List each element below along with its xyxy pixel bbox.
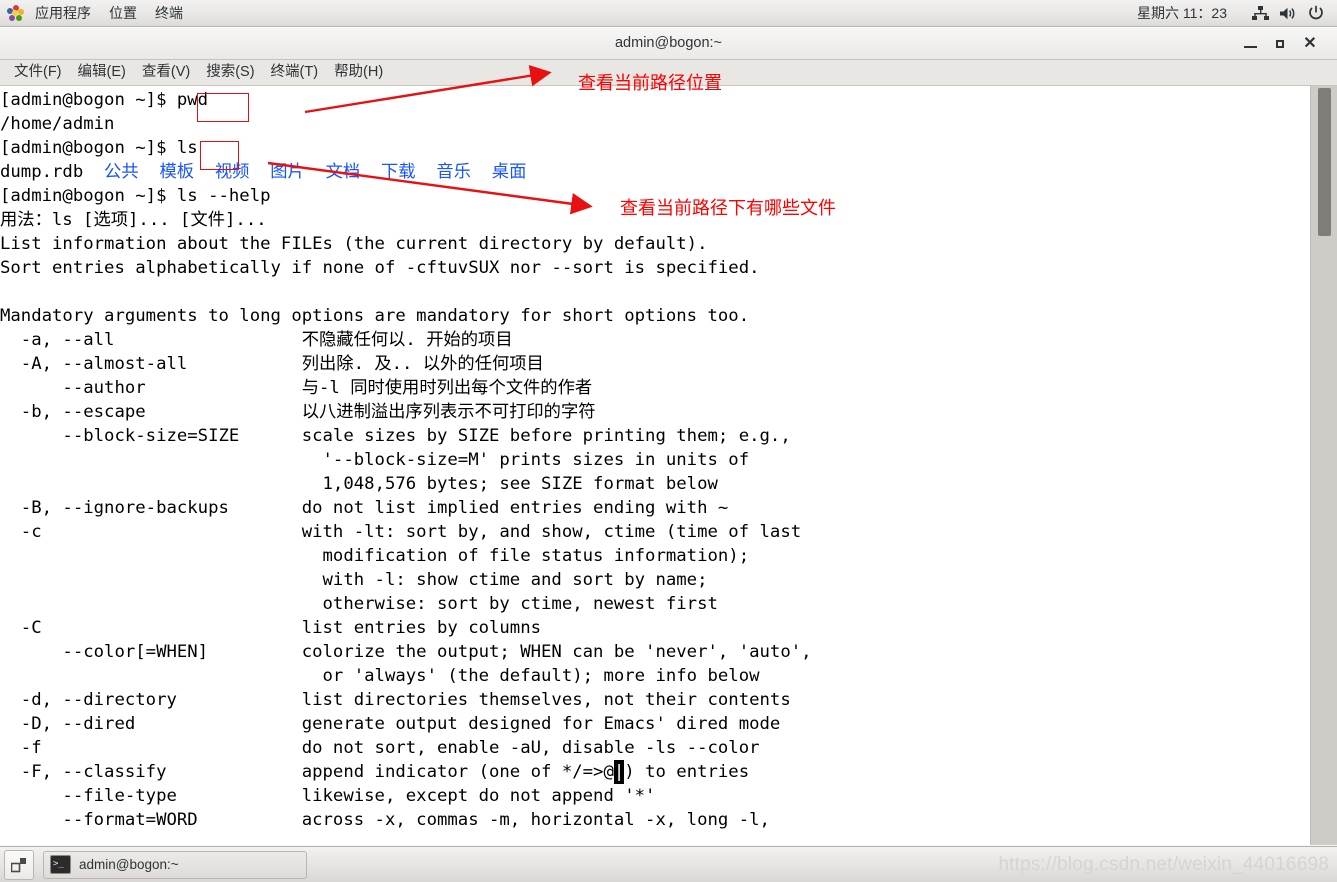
terminal-line: with -l: show ctime and sort by name; (0, 570, 708, 590)
terminal-directory-entry: 图片 (270, 162, 305, 182)
terminal-line: -b, --escape 以八进制溢出序列表示不可打印的字符 (0, 402, 596, 422)
terminal-directory-entry: 文档 (325, 162, 361, 182)
maximize-button[interactable] (1265, 29, 1295, 59)
desktop-taskbar: admin@bogon:~ https://blog.csdn.net/weix… (0, 846, 1337, 882)
clock-label[interactable]: 星期六 11：23 (1137, 3, 1227, 23)
terminal-text-run: ) to entries (624, 762, 750, 782)
terminal-line: Mandatory arguments to long options are … (0, 306, 750, 326)
terminal-line: -B, --ignore-backups do not list implied… (0, 498, 729, 518)
window-title: admin@bogon:~ (614, 35, 723, 51)
terminal-entry-gap (139, 162, 160, 182)
terminal-entry-gap (305, 162, 326, 182)
taskbar-window-button[interactable]: admin@bogon:~ (43, 850, 307, 879)
terminal-directory-entry: 音乐 (436, 162, 471, 182)
power-icon[interactable] (1305, 2, 1327, 24)
terminal-directory-entry: 桌面 (491, 162, 527, 182)
terminal-line: --author 与-l 同时使用时列出每个文件的作者 (0, 378, 593, 398)
panel-status-area: 星期六 11：23 (1137, 0, 1337, 27)
terminal-entry-gap (249, 162, 270, 182)
terminal-text: [admin@bogon ~]$ pwd/home/admin [admin@bo… (0, 86, 812, 832)
terminal-line: List information about the FILEs (the cu… (0, 234, 708, 254)
terminal-line: 用法：ls [选项]... [文件]... (0, 210, 267, 230)
terminal-icon (50, 855, 71, 874)
terminal-text-run: -F, --classify append indicator (one of … (0, 762, 614, 782)
watermark-text: https://blog.csdn.net/weixin_44016698 (998, 853, 1329, 875)
terminal-line: dump.rdb 公共 模板 视频 图片 文档 下载 音乐 桌面 (0, 160, 812, 184)
terminal-scrollbar[interactable] (1310, 86, 1337, 845)
terminal-window: admin@bogon:~ ✕ 文件(F) 编辑(E) 查看(V) 搜索(S) … (0, 28, 1337, 846)
panel-menu-places[interactable]: 位置 (100, 0, 146, 27)
panel-menu-terminal[interactable]: 终端 (146, 0, 192, 27)
terminal-line: -C list entries by columns (0, 618, 542, 638)
window-titlebar[interactable]: admin@bogon:~ ✕ (0, 28, 1337, 60)
terminal-entry-gap (471, 162, 492, 182)
terminal-line: --file-type likewise, except do not appe… (0, 786, 656, 806)
menu-search[interactable]: 搜索(S) (198, 60, 262, 85)
terminal-line: -D, --dired generate output designed for… (0, 714, 781, 734)
terminal-directory-entry: 模板 (159, 162, 195, 182)
terminal-line: otherwise: sort by ctime, newest first (0, 594, 718, 614)
terminal-line: 1,048,576 bytes; see SIZE format below (0, 474, 718, 494)
close-button[interactable]: ✕ (1295, 29, 1325, 59)
terminal-entry-gap (360, 162, 381, 182)
desktop-menu: 应用程序 位置 终端 (26, 0, 192, 27)
terminal-line: -c with -lt: sort by, and show, ctime (t… (0, 522, 802, 542)
network-icon[interactable] (1249, 2, 1271, 24)
terminal-line: --format=WORD across -x, commas -m, hori… (0, 810, 770, 830)
terminal-line: --block-size=SIZE scale sizes by SIZE be… (0, 426, 791, 446)
minimize-button[interactable] (1235, 29, 1265, 59)
volume-icon[interactable] (1277, 2, 1299, 24)
window-controls: ✕ (1235, 28, 1337, 60)
panel-menu-applications[interactable]: 应用程序 (26, 0, 100, 27)
taskbar-window-label: admin@bogon:~ (79, 857, 179, 872)
terminal-entry-gap (194, 162, 215, 182)
terminal-line: --color[=WHEN] colorize the output; WHEN… (0, 642, 812, 662)
terminal-line: modification of file status information)… (0, 546, 750, 566)
terminal-line: '--block-size=M' prints sizes in units o… (0, 450, 750, 470)
terminal-file-entry: dump.rdb (0, 162, 105, 182)
terminal-line: -a, --all 不隐藏任何以. 开始的项目 (0, 330, 513, 350)
distro-logo-icon (7, 4, 25, 22)
menu-help[interactable]: 帮助(H) (326, 60, 391, 85)
terminal-line: [admin@bogon ~]$ ls --help (0, 186, 271, 206)
terminal-directory-entry: 视频 (214, 162, 250, 182)
menu-terminal[interactable]: 终端(T) (263, 60, 327, 85)
desktop-top-panel: 应用程序 位置 终端 星期六 11：23 (0, 0, 1337, 27)
terminal-line: or 'always' (the default); more info bel… (0, 666, 760, 686)
show-desktop-button[interactable] (4, 849, 34, 880)
terminal-line: [admin@bogon ~]$ pwd (0, 90, 209, 110)
scrollbar-thumb[interactable] (1318, 88, 1331, 236)
terminal-line: -A, --almost-all 列出除. 及.. 以外的任何项目 (0, 354, 544, 374)
terminal-cursor: | (613, 760, 625, 784)
terminal-menubar: 文件(F) 编辑(E) 查看(V) 搜索(S) 终端(T) 帮助(H) (0, 60, 1337, 86)
terminal-line: Sort entries alphabetically if none of -… (0, 258, 760, 278)
terminal-directory-entry: 下载 (381, 162, 416, 182)
terminal-line: -d, --directory list directories themsel… (0, 690, 791, 710)
menu-edit[interactable]: 编辑(E) (70, 60, 134, 85)
terminal-directory-entry: 公共 (104, 162, 139, 182)
menu-file[interactable]: 文件(F) (6, 60, 70, 85)
terminal-line: -f do not sort, enable -aU, disable -ls … (0, 738, 760, 758)
terminal-output-area[interactable]: [admin@bogon ~]$ pwd/home/admin [admin@bo… (0, 86, 1337, 845)
menu-view[interactable]: 查看(V) (134, 60, 198, 85)
terminal-line: [admin@bogon ~]$ ls (0, 138, 198, 158)
terminal-line: /home/admin (0, 114, 115, 134)
terminal-line: -F, --classify append indicator (one of … (0, 760, 812, 784)
terminal-entry-gap (416, 162, 437, 182)
